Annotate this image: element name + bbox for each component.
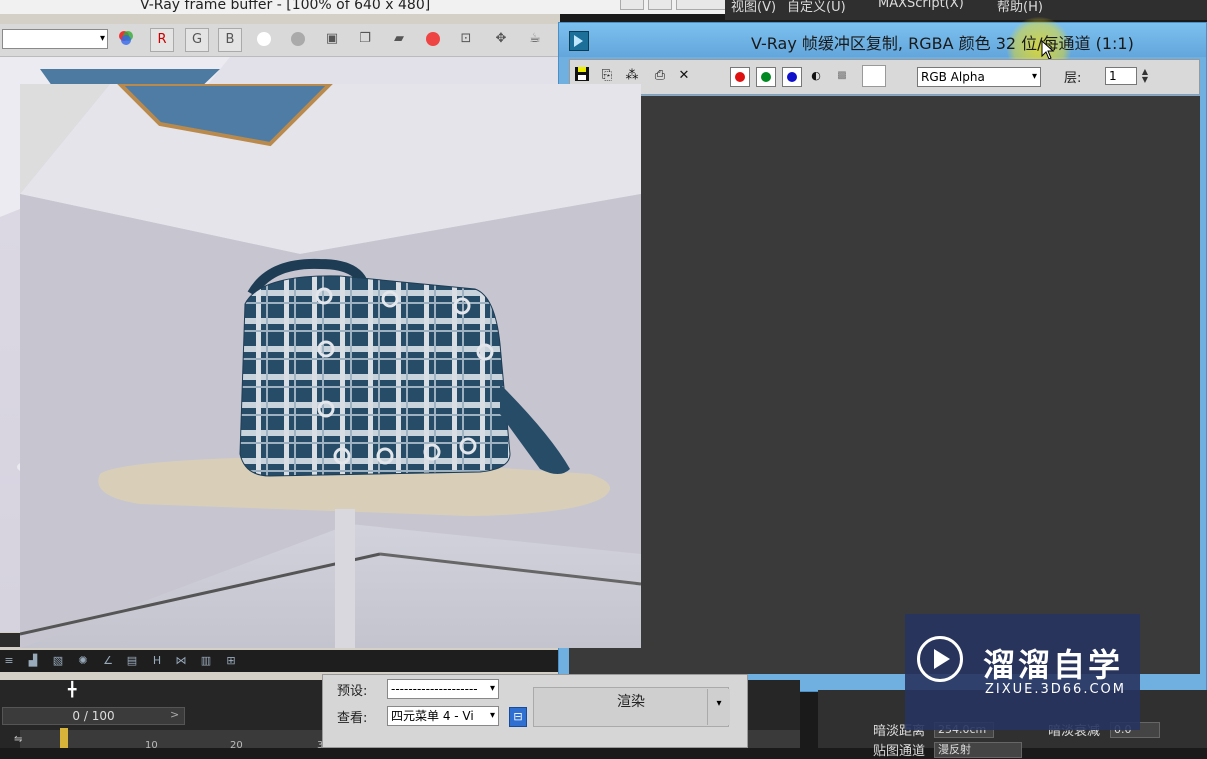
tick-label: 20 — [230, 740, 243, 751]
lens-icon[interactable]: ∠ — [101, 654, 115, 667]
spinner-arrows-icon[interactable]: ▲ ▼ — [1142, 68, 1148, 84]
pan-icon[interactable]: ✥ — [489, 28, 513, 52]
chevron-down-icon: ▾ — [489, 707, 495, 725]
colorbars-icon[interactable]: ▥ — [199, 654, 213, 667]
red-channel-toggle[interactable] — [730, 67, 750, 87]
vray-app-icon — [569, 31, 589, 51]
chevron-down-icon: ▾ — [1031, 71, 1037, 82]
copy-to-clipboard-icon[interactable]: ⎘ — [597, 66, 617, 86]
save-icon[interactable]: ▣ — [320, 28, 344, 52]
copy-icon[interactable]: ❐ — [353, 28, 377, 52]
open-folder-icon[interactable]: ▰ — [387, 28, 411, 52]
watermark-name: 溜溜自学 — [983, 646, 1124, 684]
copy-window-title-bar: V-Ray 帧缓冲区复制, RGBA 颜色 32 位/每通道 (1:1) — [559, 17, 1206, 81]
view-label: 查看: — [337, 711, 368, 726]
tick-label: 10 — [145, 740, 158, 751]
render-setup-panel: 预设: -------------------- ▾ 查看: 四元菜单 4 - … — [322, 674, 748, 748]
histogram-icon[interactable]: ▟ — [26, 654, 40, 667]
curves-icon[interactable]: ▧ — [51, 654, 65, 667]
green-channel-button[interactable]: G — [185, 28, 209, 52]
menu-item-maxscript[interactable]: MAXScript(X) — [878, 0, 964, 11]
preset-label: 预设: — [337, 684, 368, 699]
region-icon[interactable]: ⊡ — [454, 28, 478, 52]
lock-icon[interactable]: ⊟ — [509, 707, 527, 727]
watermark-url: ZIXUE.3D66.COM — [985, 682, 1126, 697]
blue-channel-toggle[interactable] — [782, 67, 802, 87]
maximize-button[interactable] — [648, 0, 672, 10]
key-filter-icon[interactable]: ⇋ — [14, 734, 36, 746]
minimize-button[interactable] — [620, 0, 644, 10]
render-teapot-icon[interactable]: ☕ — [523, 28, 547, 52]
copy-render-image — [20, 84, 641, 648]
vfb-channel-select[interactable]: ▾ — [2, 29, 108, 49]
view-select[interactable]: 四元菜单 4 - Vi ▾ — [387, 706, 499, 726]
exposure-icon[interactable]: ⋈ — [174, 654, 188, 667]
lut-icon[interactable]: ⊞ — [224, 654, 238, 667]
layers-icon[interactable]: ≡ — [2, 654, 16, 667]
play-logo-icon — [917, 636, 963, 682]
copy-image-frame — [569, 96, 1200, 674]
watermark: 溜溜自学 ZIXUE.3D66.COM — [905, 614, 1140, 730]
layer-label: 层: — [1064, 71, 1082, 86]
vfb-bottom-toolbar: ≡ ▟ ▧ ✺ ∠ ▤ H ⋈ ▥ ⊞ — [0, 650, 560, 672]
map-channel-field[interactable]: 漫反射 — [934, 742, 1022, 758]
green-channel-toggle[interactable] — [756, 67, 776, 87]
blue-channel-button[interactable]: B — [218, 28, 242, 52]
mono-circle-icon[interactable] — [286, 28, 310, 52]
close-x-icon[interactable]: ✕ — [674, 66, 694, 86]
menu-item-view[interactable]: 视图(V) — [731, 0, 776, 15]
close-button[interactable] — [676, 0, 728, 10]
vfb-copy-window: V-Ray 帧缓冲区复制, RGBA 颜色 32 位/每通道 (1:1) ⎘ ⁂… — [558, 17, 1207, 692]
alpha-circle-icon[interactable] — [252, 28, 276, 52]
layer-spinner[interactable]: 1 ▲ ▼ — [1105, 67, 1148, 85]
next-frame-icon[interactable]: > — [170, 708, 179, 721]
copy-window-toolbar: ⎘ ⁂ ⎙ ✕ ◐ ▩ RGB Alpha ▾ 层: 1 ▲ ▼ — [569, 59, 1200, 95]
vfb-title-bar: V-Ray frame buffer - [100% of 640 x 480] — [0, 0, 740, 14]
vfb-window-title: V-Ray frame buffer - [100% of 640 x 480] — [140, 0, 431, 13]
max-menu-bar: 视图(V) 自定义(U) MAXScript(X) 帮助(H) — [725, 0, 1207, 20]
red-channel-button[interactable]: R — [150, 28, 174, 52]
copy-window-title: V-Ray 帧缓冲区复制, RGBA 颜色 32 位/每通道 (1:1) — [751, 34, 1134, 53]
playhead-key[interactable] — [60, 728, 68, 748]
chevron-down-icon: ▾ — [489, 680, 495, 698]
map-channel-label: 贴图通道 — [873, 744, 926, 759]
vfb-toolbar: ▾ R G B ▣ ❐ ▰ ⊡ ✥ ☕ — [0, 24, 560, 57]
mouse-cursor-icon — [1041, 40, 1055, 60]
time-slider-marker[interactable]: ╋ — [68, 682, 88, 698]
white-swatch[interactable] — [862, 65, 886, 87]
time-slider[interactable]: 0 / 100 — [2, 707, 185, 725]
menu-item-customize[interactable]: 自定义(U) — [787, 0, 846, 15]
preset-select[interactable]: -------------------- ▾ — [387, 679, 499, 699]
channel-select[interactable]: RGB Alpha ▾ — [917, 67, 1041, 87]
print-icon[interactable]: ⎙ — [650, 66, 670, 86]
rgb-display-icon[interactable] — [114, 28, 138, 52]
menu-item-help[interactable]: 帮助(H) — [997, 0, 1043, 15]
clone-icon[interactable]: ⁂ — [622, 66, 642, 86]
render-button[interactable]: 渲染 — [533, 687, 729, 727]
clear-icon[interactable] — [421, 28, 445, 52]
h-icon[interactable]: H — [150, 654, 164, 667]
save-icon[interactable] — [572, 66, 592, 86]
settings-icon[interactable]: ✺ — [76, 654, 90, 667]
render-dropdown-arrow[interactable]: ▾ — [707, 689, 730, 725]
whitebalance-icon[interactable]: ▤ — [125, 654, 139, 667]
alpha-toggle-icon[interactable]: ◐ — [806, 66, 826, 86]
mono-toggle-icon[interactable]: ▩ — [832, 66, 852, 86]
chevron-down-icon: ▾ — [99, 33, 105, 44]
